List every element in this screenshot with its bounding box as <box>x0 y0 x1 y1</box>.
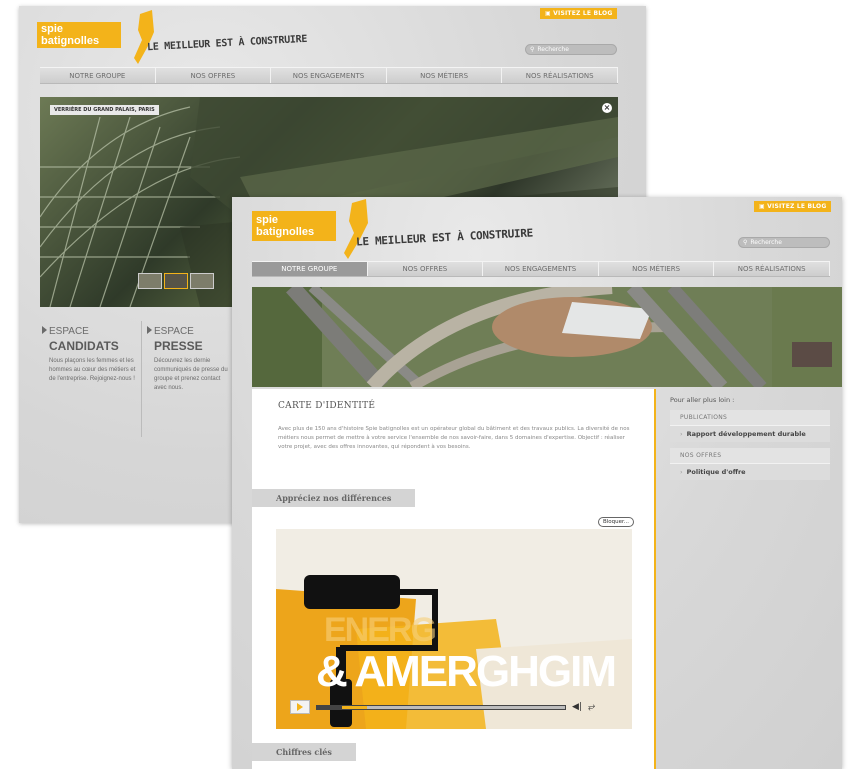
section-heading: Appréciez nos différences <box>252 489 416 507</box>
logo[interactable]: spie batignolles <box>37 22 121 48</box>
play-button[interactable] <box>290 700 310 714</box>
intro-text: Avec plus de 150 ans d'histoire Spie bat… <box>278 426 630 450</box>
close-icon[interactable]: × <box>602 103 612 113</box>
flag-logo-icon <box>344 199 368 259</box>
bloquer-button[interactable]: Bloquer... <box>597 517 634 527</box>
search-icon: ⚲ <box>530 46 535 53</box>
speech-bubble-icon: ▣ <box>759 203 768 210</box>
sidebar-label: NOS OFFRES <box>670 448 830 464</box>
nav-nos-engagements[interactable]: NOS ENGAGEMENTS <box>271 68 387 83</box>
progress-played <box>317 705 342 709</box>
video-player[interactable]: ENERG & AMERGHGIM ◀| ⥂ <box>276 529 632 729</box>
triangle-right-icon <box>147 326 152 334</box>
tagline: LE MEILLEUR EST À CONSTRUIRE <box>355 226 534 249</box>
main-nav: NOTRE GROUPE NOS OFFRES NOS ENGAGEMENTS … <box>252 261 830 277</box>
main-nav: NOTRE GROUPE NOS OFFRES NOS ENGAGEMENTS … <box>40 67 618 84</box>
highway-construction-illustration <box>252 287 842 387</box>
nav-nos-realisations[interactable]: NOS RÉALISATIONS <box>502 68 618 83</box>
visit-blog-button[interactable]: ▣ VISITEZ LE BLOG <box>754 201 832 212</box>
thumbnail[interactable] <box>164 273 188 289</box>
fullscreen-icon[interactable]: ⥂ <box>588 702 595 712</box>
hero-caption: VERRIÈRE DU GRAND PALAIS, PARIS <box>50 105 159 115</box>
progress-buffer <box>341 705 367 709</box>
sidebar-label: PUBLICATIONS <box>670 410 830 426</box>
sidebar-box-offres: NOS OFFRES Politique d'offre <box>670 448 830 480</box>
volume-icon[interactable]: ◀| <box>572 702 582 712</box>
sidebar-box-publications: PUBLICATIONS Rapport développement durab… <box>670 410 830 442</box>
nav-nos-engagements[interactable]: NOS ENGAGEMENTS <box>483 262 599 276</box>
nav-nos-metiers[interactable]: NOS MÉTIERS <box>599 262 715 276</box>
espace-presse-panel[interactable]: ESPACE PRESSE Découvrez les dernie commu… <box>147 321 232 437</box>
sidebar-link[interactable]: Politique d'offre <box>670 464 830 480</box>
speech-bubble-icon: ▣ <box>545 10 554 17</box>
hero-thumbnails <box>138 273 214 289</box>
flag-logo-icon <box>134 10 154 64</box>
visit-blog-button[interactable]: ▣ VISITEZ LE BLOG <box>540 8 618 19</box>
search-input[interactable]: ⚲ Recherche <box>738 237 830 248</box>
video-controls: ◀| ⥂ <box>290 699 620 715</box>
nav-nos-offres[interactable]: NOS OFFRES <box>156 68 272 83</box>
sidebar-link[interactable]: Rapport développement durable <box>670 426 830 442</box>
search-icon: ⚲ <box>743 239 748 246</box>
triangle-right-icon <box>42 326 47 334</box>
thumbnail[interactable] <box>190 273 214 289</box>
logo[interactable]: spie batignolles <box>252 211 336 241</box>
nav-nos-realisations[interactable]: NOS RÉALISATIONS <box>714 262 830 276</box>
video-progress-bar[interactable] <box>316 704 566 710</box>
content-area: CARTE D'IDENTITÉ Avec plus de 150 ans d'… <box>252 389 656 769</box>
video-overlay-text: & AMERGHGIM <box>316 647 617 696</box>
espace-candidats-panel[interactable]: ESPACE CANDIDATS Nous plaçons les femmes… <box>40 321 142 437</box>
section-heading: Chiffres clés <box>252 743 356 761</box>
nav-nos-metiers[interactable]: NOS MÉTIERS <box>387 68 503 83</box>
hero-image <box>252 287 842 387</box>
sidebar-title: Pour aller plus loin : <box>670 396 735 404</box>
thumbnail[interactable] <box>138 273 162 289</box>
page-title: CARTE D'IDENTITÉ <box>278 401 376 411</box>
video-overlay-text: ENERG <box>324 611 437 649</box>
nav-nos-offres[interactable]: NOS OFFRES <box>368 262 484 276</box>
tagline: LE MEILLEUR EST À CONSTRUIRE <box>146 33 308 54</box>
search-input[interactable]: ⚲ Recherche <box>525 44 617 55</box>
nav-notre-groupe[interactable]: NOTRE GROUPE <box>252 262 368 276</box>
play-icon <box>297 703 303 711</box>
nav-notre-groupe[interactable]: NOTRE GROUPE <box>40 68 156 83</box>
front-window: ▣ VISITEZ LE BLOG spie batignolles LE ME… <box>232 197 842 769</box>
